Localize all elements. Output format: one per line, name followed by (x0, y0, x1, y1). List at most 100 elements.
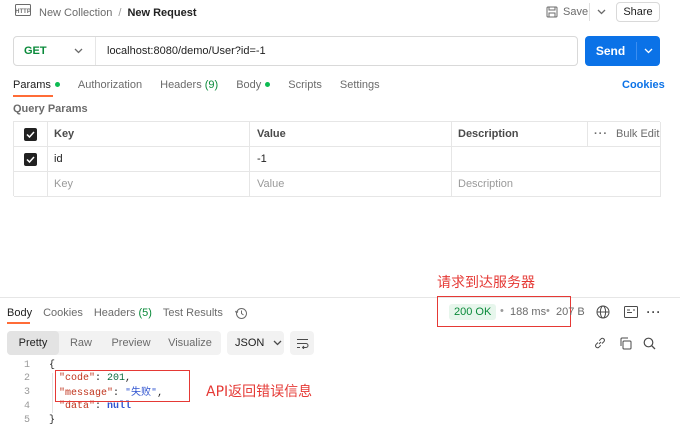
response-code-gutter: 1 2 3 4 5 (0, 359, 40, 429)
send-options-button[interactable] (637, 36, 660, 66)
wrap-lines-button[interactable] (290, 331, 314, 355)
param-enabled-checkbox[interactable] (24, 152, 37, 166)
tab-body-dot (265, 81, 271, 87)
wrap-lines-icon (296, 338, 309, 349)
chevron-down-icon (597, 9, 606, 15)
line-number: 1 (24, 360, 31, 371)
response-active-tab-underline (7, 322, 30, 324)
annotation-error-box (55, 370, 190, 402)
view-raw-button[interactable]: Raw (59, 331, 103, 355)
send-button[interactable]: Send (585, 36, 636, 66)
line-number: 4 (24, 401, 31, 412)
search-response-button[interactable] (638, 332, 660, 354)
new-param-value-field[interactable]: Value (250, 172, 452, 197)
response-size[interactable]: 207 B (556, 306, 585, 318)
send-label: Send (595, 44, 626, 58)
url-input[interactable]: localhost:8080/demo/User?id=-1 (107, 45, 266, 57)
view-pretty-button[interactable]: Pretty (7, 331, 59, 355)
tab-headers-label: Headers (160, 79, 202, 91)
tab-authorization[interactable]: Authorization (78, 79, 142, 91)
response-tab-headers-count: (5) (138, 307, 152, 319)
params-header-description: Description (452, 122, 588, 147)
select-all-checkbox[interactable] (24, 127, 37, 141)
view-preview-label: Preview (111, 337, 151, 349)
params-header-key: Key (48, 122, 250, 147)
copy-response-button[interactable] (614, 332, 636, 354)
param-description-field[interactable] (452, 147, 661, 172)
more-options-icon[interactable]: ··· (594, 128, 608, 140)
panel-divider (0, 297, 680, 298)
method-select[interactable]: GET (14, 37, 96, 65)
breadcrumb-request-name[interactable]: New Request (127, 7, 196, 19)
tab-params[interactable]: Params (13, 79, 60, 91)
response-more-button[interactable]: ··· (643, 301, 665, 323)
response-tab-body[interactable]: Body (7, 307, 32, 319)
tab-params-dot (54, 81, 60, 87)
param-key-field[interactable]: id (48, 147, 250, 172)
history-icon[interactable] (234, 307, 248, 320)
response-tab-test-results[interactable]: Test Results (163, 307, 223, 319)
link-icon (593, 336, 607, 350)
format-select[interactable]: JSON (227, 331, 284, 355)
new-param-check (14, 172, 48, 197)
save-label: Save (563, 6, 589, 18)
tab-settings[interactable]: Settings (340, 79, 380, 91)
copy-icon (619, 337, 632, 350)
request-tabs: Params Authorization Headers (9) Body Sc… (13, 78, 380, 92)
annotation-error-note: API返回错误信息 (206, 384, 313, 400)
response-tab-cookies[interactable]: Cookies (43, 307, 83, 319)
status-badge[interactable]: 200 OK (449, 304, 497, 320)
svg-text:HTTP: HTTP (15, 9, 31, 15)
params-header-check (14, 122, 48, 147)
view-raw-label: Raw (69, 337, 92, 349)
breadcrumb-separator: / (118, 7, 122, 19)
save-button[interactable]: Save (546, 3, 588, 21)
view-visualize-button[interactable]: Visualize (159, 331, 221, 355)
chevron-down-icon (74, 48, 83, 54)
view-preview-button[interactable]: Preview (103, 331, 159, 355)
more-options-icon: ··· (646, 305, 662, 319)
json-value-data: null (107, 401, 132, 412)
line-number: 2 (24, 373, 31, 384)
tab-headers-count: (9) (204, 79, 219, 91)
method-label: GET (24, 45, 47, 57)
network-globe-button[interactable] (592, 301, 614, 323)
view-visualize-label: Visualize (168, 337, 212, 349)
new-param-key-field[interactable]: Key (48, 172, 250, 197)
chevron-down-icon (644, 48, 653, 54)
response-tabs: Body Cookies Headers (5) Test Results (7, 306, 248, 320)
query-params-title: Query Params (13, 103, 88, 115)
format-label: JSON (235, 337, 265, 349)
response-tab-headers-label: Headers (93, 307, 136, 319)
status-separator-dot: • (500, 305, 504, 317)
share-label: Share (623, 6, 653, 18)
search-icon (643, 337, 656, 350)
url-bar: GET localhost:8080/demo/User?id=-1 (13, 36, 578, 66)
param-value-field[interactable]: -1 (250, 147, 452, 172)
code-line: } (49, 414, 55, 427)
tab-params-label: Params (13, 79, 51, 91)
params-table: Key Value Description ··· Bulk Edit id -… (13, 121, 661, 197)
bulk-edit-button[interactable]: Bulk Edit (616, 128, 659, 140)
tab-body[interactable]: Body (236, 79, 271, 91)
code-indent-guide (52, 373, 53, 413)
copy-link-button[interactable] (589, 332, 611, 354)
save-icon (546, 6, 558, 18)
json-brace-close: } (49, 415, 56, 426)
breadcrumb-collection[interactable]: New Collection (39, 7, 112, 19)
save-options-button[interactable] (590, 1, 612, 23)
annotation-status-note: 请求到达服务器 (437, 275, 535, 291)
tab-scripts[interactable]: Scripts (288, 79, 322, 91)
send-button-group: Send (585, 36, 660, 66)
line-number: 3 (24, 387, 31, 398)
new-param-description-field[interactable]: Description (452, 172, 661, 197)
json-colon: : (95, 401, 108, 412)
tab-headers[interactable]: Headers (9) (160, 79, 218, 91)
response-time[interactable]: 188 ms (510, 306, 546, 318)
response-tab-headers[interactable]: Headers (5) (94, 307, 152, 319)
save-response-button[interactable] (620, 301, 642, 323)
breadcrumb: New Collection / New Request (39, 6, 197, 20)
share-button[interactable]: Share (616, 2, 660, 22)
cookies-link[interactable]: Cookies (622, 79, 665, 91)
http-request-icon: HTTP (15, 4, 31, 18)
